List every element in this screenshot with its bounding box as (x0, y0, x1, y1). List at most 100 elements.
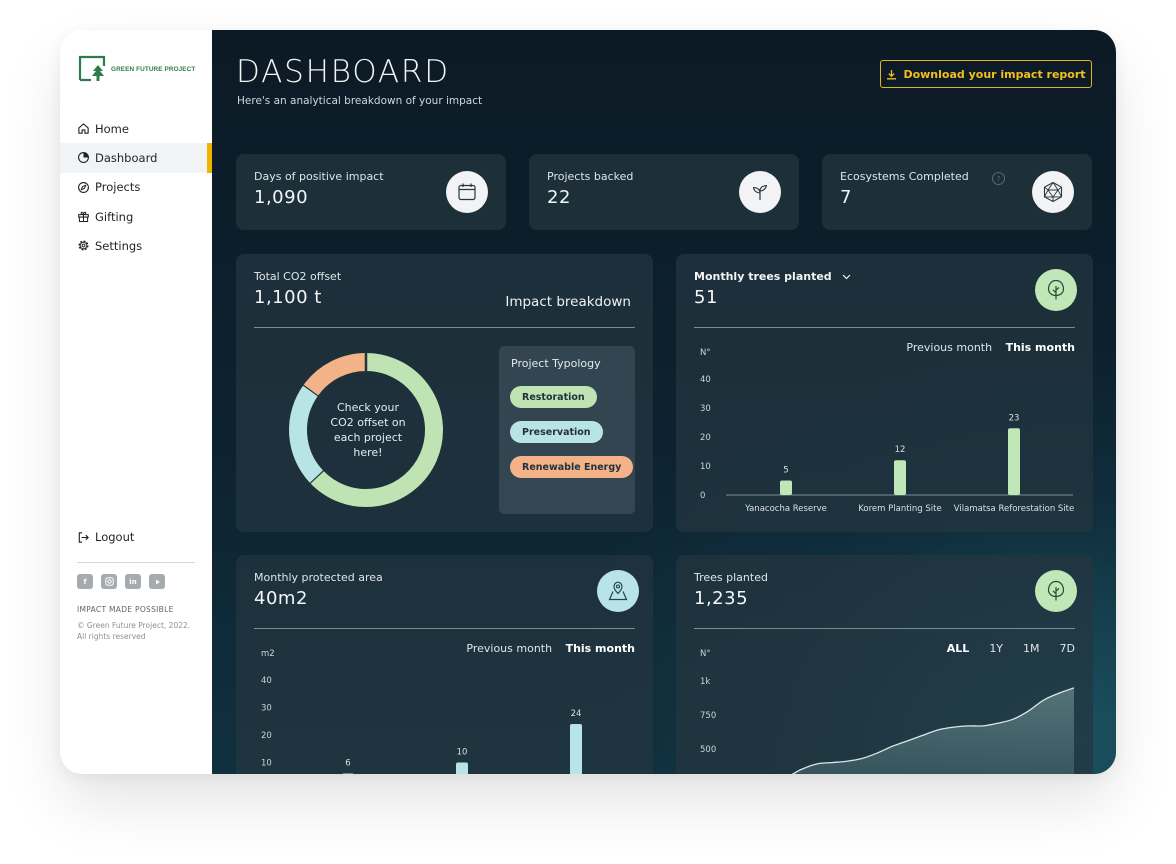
monthly-area-bar-chart: m2 10 20 30 40 6 10 24 (261, 649, 582, 775)
co2-offset-card: Total CO2 offset 1,100 t Impact breakdow… (236, 254, 653, 532)
stat-value: 22 (547, 187, 571, 208)
sprout-icon (739, 171, 781, 213)
project-typology-panel: Project Typology Restoration Preservatio… (499, 346, 635, 514)
bar[interactable] (342, 773, 354, 775)
gift-icon (78, 211, 89, 223)
donut-segment-renewable-energy[interactable] (303, 353, 367, 396)
bar[interactable] (456, 762, 468, 775)
bar[interactable] (894, 460, 906, 495)
logout-icon (78, 531, 89, 543)
logout-button[interactable]: Logout (77, 530, 134, 544)
donut-center-text: Check your CO2 offset on each project he… (330, 401, 406, 459)
instagram-icon[interactable] (101, 574, 117, 589)
sidebar-item-dashboard[interactable]: Dashboard (60, 143, 212, 173)
linkedin-icon[interactable]: in (125, 574, 141, 589)
y-tick-label: 40 (261, 676, 272, 686)
bar-value-label: 5 (783, 466, 788, 476)
y-tick-label: 0 (700, 491, 705, 501)
bar-value-label: 10 (457, 748, 468, 758)
y-tick-label: 20 (261, 731, 272, 741)
stat-card-projects: Projects backed 22 (529, 154, 799, 230)
youtube-icon[interactable] (149, 574, 165, 589)
y-tick-label: 30 (700, 404, 711, 414)
logo-tree-icon (78, 55, 106, 82)
sidebar-item-label: Home (95, 121, 129, 136)
donut-segment-preservation[interactable] (289, 384, 324, 483)
sidebar-item-label: Gifting (95, 209, 134, 224)
calendar-icon (446, 171, 488, 213)
stat-label: Ecosystems Completed (840, 170, 969, 183)
sidebar-item-gifting[interactable]: Gifting (60, 202, 212, 231)
y-tick-label: 10 (261, 759, 272, 769)
co2-label: Total CO2 offset (254, 270, 342, 283)
social-links: f in (77, 574, 165, 589)
y-axis-label: N° (700, 348, 711, 358)
category-label: Korem Planting Site (858, 504, 941, 514)
page-subtitle: Here's an analytical breakdown of your i… (237, 95, 483, 107)
copyright-text: © Green Future Project, 2022. All rights… (77, 621, 191, 641)
main-content: DASHBOARD Here's an analytical breakdown… (212, 30, 1116, 774)
y-tick-label: 500 (700, 745, 716, 755)
stat-card-days: Days of positive impact 1,090 (236, 154, 506, 230)
sidebar-item-label: Dashboard (95, 150, 158, 165)
download-report-label: Download your impact report (903, 67, 1086, 81)
sidebar-item-home[interactable]: Home (60, 114, 212, 143)
stat-value: 1,090 (254, 187, 309, 208)
monthly-area-card: Monthly protected area 40m2 Previous mon… (236, 555, 653, 774)
y-tick-label: 30 (261, 704, 272, 714)
logo[interactable]: GREEN FUTURE PROJECT (77, 54, 195, 84)
co2-value: 1,100 t (254, 287, 322, 308)
download-report-button[interactable]: Download your impact report (880, 60, 1092, 88)
bar-value-label: 6 (345, 759, 350, 769)
download-icon (887, 69, 897, 79)
y-tick-label: 10 (700, 462, 711, 472)
sidebar-item-label: Settings (95, 238, 143, 253)
y-tick-label: 1k (700, 677, 710, 687)
stat-card-ecosystems: Ecosystems Completed ? 7 (822, 154, 1092, 230)
area-fill (792, 687, 1074, 774)
pill-renewable-energy[interactable]: Renewable Energy (510, 456, 634, 478)
impact-breakdown-title: Impact breakdown (505, 294, 631, 310)
stat-label: Projects backed (547, 170, 634, 183)
bar[interactable] (780, 480, 792, 496)
y-tick-label: 20 (700, 433, 711, 443)
brand-name: GREEN FUTURE PROJECT (111, 65, 196, 73)
bar-value-label: 12 (895, 445, 906, 455)
sidebar-divider (77, 562, 195, 563)
page-title: DASHBOARD (236, 54, 450, 90)
trees-planted-area-chart: N°2505007501k (700, 649, 1075, 774)
y-tick-label: 40 (700, 375, 711, 385)
monthly-trees-card: Monthly trees planted 51 Previous month … (676, 254, 1093, 532)
bar-value-label: 24 (571, 709, 582, 719)
card-divider (254, 327, 635, 328)
stat-value: 7 (840, 187, 852, 208)
app-window: GREEN FUTURE PROJECT Home Dashboard Proj… (60, 30, 1116, 774)
y-axis-label: m2 (261, 649, 275, 659)
gear-icon (78, 240, 89, 251)
home-icon (78, 123, 89, 134)
impact-made-possible: IMPACT MADE POSSIBLE (77, 605, 174, 614)
pie-chart-icon (78, 152, 89, 164)
compass-icon (78, 181, 89, 193)
y-axis-label: N° (700, 649, 711, 659)
help-icon[interactable]: ? (992, 172, 1005, 185)
bar[interactable] (1008, 428, 1020, 495)
pill-preservation[interactable]: Preservation (510, 421, 603, 443)
sidebar-item-projects[interactable]: Projects (60, 173, 212, 202)
category-label: Vilamatsa Reforestation Site (954, 504, 1074, 514)
pill-restoration[interactable]: Restoration (510, 386, 597, 408)
geodesic-icon (1032, 171, 1074, 213)
sidebar-nav: Home Dashboard Projects Gifting Settings (60, 114, 212, 260)
sidebar-item-settings[interactable]: Settings (60, 231, 212, 260)
monthly-trees-bar-chart: N° 0 10 20 30 40 5 Yanacocha Reserve 12 Korem Pla… (700, 348, 1074, 514)
trees-planted-card: Trees planted 1,235 ALL 1Y 1M 7D N° 250 50… (676, 555, 1093, 774)
stat-label: Days of positive impact (254, 170, 384, 183)
facebook-icon[interactable]: f (77, 574, 93, 589)
sidebar-item-label: Projects (95, 180, 141, 195)
y-tick-label: 750 (700, 711, 716, 721)
logout-label: Logout (95, 530, 135, 544)
typology-title: Project Typology (511, 357, 601, 370)
sidebar: GREEN FUTURE PROJECT Home Dashboard Proj… (60, 30, 212, 774)
category-label: Yanacocha Reserve (744, 504, 827, 514)
bar[interactable] (570, 724, 582, 774)
